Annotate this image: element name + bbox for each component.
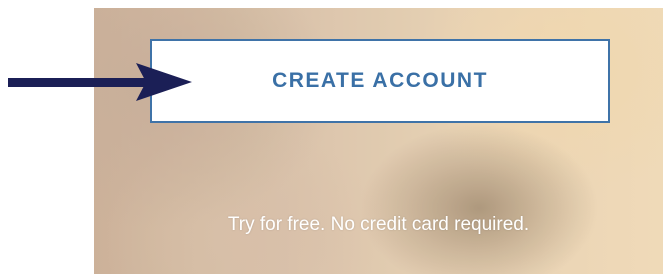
free-trial-tagline: Try for free. No credit card required. <box>227 214 530 235</box>
create-account-label: CREATE ACCOUNT <box>272 69 488 92</box>
create-account-button[interactable]: CREATE ACCOUNT <box>150 39 610 123</box>
stage: CREATE ACCOUNT Try for free. No credit c… <box>0 0 663 274</box>
right-arrow-icon <box>8 63 192 101</box>
